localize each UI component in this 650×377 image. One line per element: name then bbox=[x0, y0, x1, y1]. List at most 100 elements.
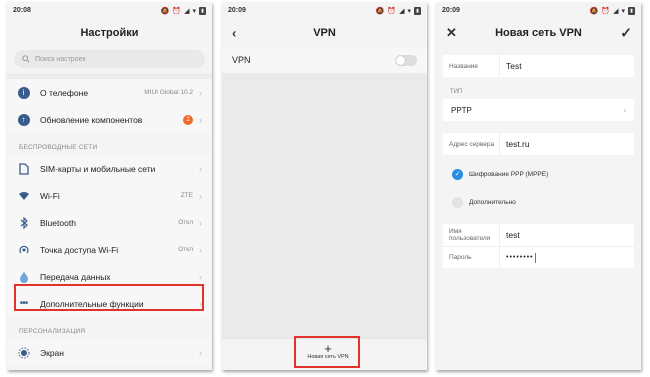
settings-item-hotspot[interactable]: Точка доступа Wi-Fi Откл › bbox=[7, 236, 212, 263]
settings-item-label: Обновление компонентов bbox=[40, 114, 143, 125]
settings-item-label: О телефоне bbox=[40, 87, 89, 98]
settings-item-label: Точка доступа Wi-Fi bbox=[40, 244, 119, 255]
wifi-status-icon: ▾ bbox=[621, 7, 625, 15]
status-icons: 🔕 ⏰ ◢ ▾ ▮ bbox=[375, 6, 421, 15]
name-field-value[interactable]: Test bbox=[499, 55, 634, 77]
alarm-icon: ⏰ bbox=[172, 7, 182, 15]
battery-icon: ▮ bbox=[628, 6, 635, 15]
settings-item-value: MIUI Global 10.2 bbox=[144, 89, 193, 96]
signal-icon: ◢ bbox=[184, 7, 190, 15]
server-field-value[interactable]: test.ru bbox=[499, 133, 634, 155]
titlebar: ‹ VPN bbox=[222, 19, 427, 47]
back-icon[interactable]: ‹ bbox=[232, 26, 236, 41]
chevron-right-icon: › bbox=[199, 114, 202, 125]
text-cursor bbox=[534, 252, 536, 263]
vpn-toggle[interactable] bbox=[395, 54, 417, 66]
status-bar: 20:09 🔕 ⏰ ◢ ▾ ▮ bbox=[222, 2, 427, 19]
chevron-right-icon: › bbox=[199, 271, 202, 282]
password-field-input[interactable]: •••••••• bbox=[499, 247, 634, 268]
settings-item-value: Откл bbox=[178, 246, 193, 253]
update-icon: ↑ bbox=[17, 113, 30, 126]
status-icons: 🔕 ⏰ ◢ ▾ ▮ bbox=[589, 6, 635, 15]
settings-item-label: Wi-Fi bbox=[40, 190, 60, 201]
highlight-box bbox=[14, 284, 204, 311]
alarm-icon: ⏰ bbox=[601, 7, 611, 15]
password-value: •••••••• bbox=[506, 254, 534, 261]
username-field-value[interactable]: test bbox=[499, 224, 634, 246]
username-field[interactable]: Имя пользователя test bbox=[443, 224, 634, 246]
chevron-right-icon: › bbox=[199, 217, 202, 228]
vpn-toggle-row[interactable]: VPN bbox=[222, 47, 427, 73]
settings-item-sim[interactable]: SIM-карты и мобильные сети › bbox=[7, 155, 212, 182]
settings-item-label: Bluetooth bbox=[40, 217, 76, 228]
sim-icon bbox=[17, 162, 30, 175]
settings-screen: 20:08 🔕 ⏰ ◢ ▾ ▮ Настройки Поиск настроек… bbox=[7, 2, 212, 370]
chevron-right-icon: › bbox=[199, 163, 202, 174]
battery-icon: ▮ bbox=[199, 6, 206, 15]
search-placeholder: Поиск настроек bbox=[35, 55, 86, 63]
confirm-check-icon[interactable]: ✓ bbox=[620, 25, 632, 42]
wifi-status-icon: ▾ bbox=[407, 7, 411, 15]
type-select[interactable]: PPTP › bbox=[443, 99, 634, 121]
chevron-right-icon: › bbox=[199, 244, 202, 255]
vpn-screen: 20:09 🔕 ⏰ ◢ ▾ ▮ ‹ VPN VPN + Новая сеть V… bbox=[222, 2, 427, 370]
close-icon[interactable]: ✕ bbox=[446, 25, 457, 41]
settings-item-wifi[interactable]: Wi-Fi ZTE › bbox=[7, 182, 212, 209]
settings-item-value: ZTE bbox=[180, 192, 193, 199]
status-time: 20:08 bbox=[13, 7, 31, 14]
chevron-right-icon: › bbox=[199, 190, 202, 201]
status-bar: 20:08 🔕 ⏰ ◢ ▾ ▮ bbox=[7, 2, 212, 19]
chevron-right-icon: › bbox=[199, 87, 202, 98]
mppe-checkbox-row[interactable]: ✓ Шифрование PPP (MPPE) bbox=[436, 164, 641, 184]
name-field-label: Название bbox=[449, 62, 479, 70]
notification-badge: 2 bbox=[183, 114, 193, 125]
settings-item-bluetooth[interactable]: Bluetooth Откл › bbox=[7, 209, 212, 236]
signal-icon: ◢ bbox=[613, 7, 619, 15]
info-icon: i bbox=[17, 86, 30, 99]
username-field-label: Имя пользователя bbox=[449, 228, 491, 242]
settings-item-about[interactable]: i О телефоне MIUI Global 10.2 › bbox=[7, 79, 212, 106]
page-title: VPN bbox=[313, 27, 336, 39]
server-field[interactable]: Адрес сервера test.ru bbox=[443, 133, 634, 155]
status-bar: 20:09 🔕 ⏰ ◢ ▾ ▮ bbox=[436, 2, 641, 19]
wifi-icon bbox=[17, 189, 30, 202]
section-header-wireless: БЕСПРОВОДНЫЕ СЕТИ bbox=[7, 133, 212, 155]
password-field[interactable]: Пароль •••••••• bbox=[443, 246, 634, 268]
checkbox-unchecked-icon[interactable] bbox=[452, 196, 463, 208]
display-icon bbox=[17, 346, 30, 359]
chevron-right-icon: › bbox=[199, 347, 202, 358]
page-title: Настройки bbox=[80, 27, 139, 39]
mppe-label: Шифрование PPP (MPPE) bbox=[469, 170, 549, 178]
highlight-box bbox=[294, 336, 360, 368]
data-usage-icon bbox=[17, 270, 30, 283]
status-icons: 🔕 ⏰ ◢ ▾ ▮ bbox=[160, 6, 206, 15]
chevron-right-icon: › bbox=[623, 105, 626, 115]
section-header-personalization: ПЕРСОНАЛИЗАЦИЯ bbox=[7, 317, 212, 339]
wifi-status-icon: ▾ bbox=[192, 7, 196, 15]
alarm-icon: ⏰ bbox=[387, 7, 397, 15]
checkbox-checked-icon[interactable]: ✓ bbox=[452, 168, 463, 180]
status-time: 20:09 bbox=[442, 7, 460, 14]
settings-item-label: SIM-карты и мобильные сети bbox=[40, 163, 156, 174]
settings-item-label: Передача данных bbox=[40, 271, 111, 282]
bluetooth-icon bbox=[17, 216, 30, 229]
hotspot-icon bbox=[17, 243, 30, 256]
settings-item-updates[interactable]: ↑ Обновление компонентов 2 › bbox=[7, 106, 212, 133]
page-title: Новая сеть VPN bbox=[495, 27, 582, 39]
settings-item-display[interactable]: Экран › bbox=[7, 339, 212, 366]
name-field[interactable]: Название Test bbox=[443, 55, 634, 77]
mute-icon: 🔕 bbox=[160, 7, 170, 15]
advanced-checkbox-row[interactable]: Дополнительно bbox=[436, 192, 641, 212]
search-input[interactable]: Поиск настроек bbox=[14, 50, 205, 68]
battery-icon: ▮ bbox=[414, 6, 421, 15]
type-section-label: ТИП bbox=[450, 89, 463, 95]
vpn-label: VPN bbox=[232, 55, 251, 65]
server-field-label: Адрес сервера bbox=[449, 140, 495, 148]
signal-icon: ◢ bbox=[399, 7, 405, 15]
search-icon bbox=[22, 55, 30, 63]
mute-icon: 🔕 bbox=[375, 7, 385, 15]
vpn-list-area bbox=[222, 73, 427, 338]
mute-icon: 🔕 bbox=[589, 7, 599, 15]
new-vpn-screen: 20:09 🔕 ⏰ ◢ ▾ ▮ ✕ Новая сеть VPN ✓ Назва… bbox=[436, 2, 641, 370]
settings-item-value: Откл bbox=[178, 219, 193, 226]
